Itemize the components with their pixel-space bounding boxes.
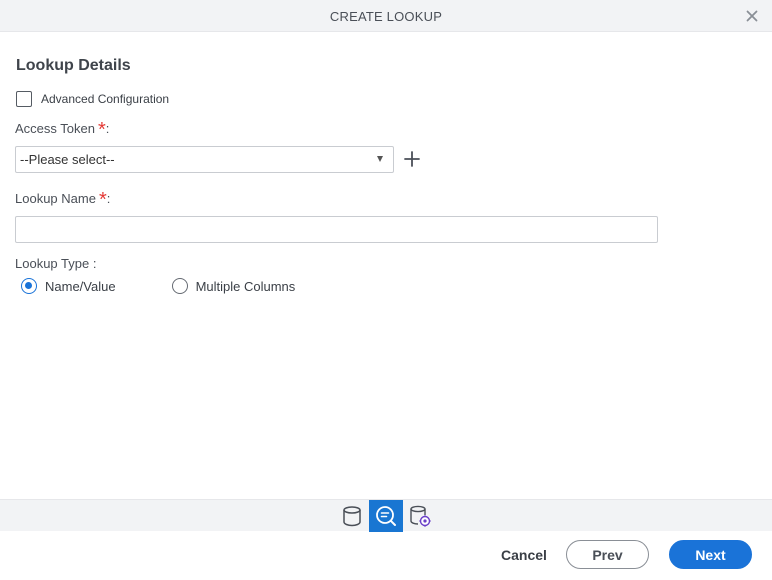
database-icon[interactable]: [335, 500, 369, 532]
required-asterisk: *: [98, 189, 107, 211]
lookup-type-label: Lookup Type :: [15, 256, 97, 271]
access-token-colon: :: [105, 121, 110, 136]
lookup-name-label-text: Lookup Name: [15, 191, 96, 206]
advanced-configuration-row[interactable]: Advanced Configuration: [16, 90, 169, 108]
step-toolbar: [0, 499, 772, 532]
close-icon[interactable]: [744, 8, 760, 24]
section-title: Lookup Details: [16, 57, 131, 74]
lookup-name-colon: :: [106, 191, 111, 206]
dialog-title: CREATE LOOKUP: [329, 9, 443, 24]
prev-button[interactable]: Prev: [566, 540, 649, 569]
database-settings-icon[interactable]: [403, 500, 437, 532]
advanced-configuration-checkbox[interactable]: [16, 91, 32, 107]
lookup-type-radio-group: Name/Value Multiple Columns: [21, 278, 295, 294]
plus-icon[interactable]: [403, 150, 421, 168]
radio-button-checked[interactable]: [21, 278, 37, 294]
required-asterisk: *: [97, 119, 106, 141]
radio-multiple-columns-label: Multiple Columns: [195, 278, 296, 294]
access-token-label: Access Token *:: [15, 120, 110, 140]
advanced-configuration-label: Advanced Configuration: [41, 92, 170, 106]
radio-button-unchecked[interactable]: [171, 278, 188, 294]
dropdown-arrow-icon: [377, 156, 383, 162]
lookup-search-icon[interactable]: [369, 500, 403, 532]
create-lookup-dialog: CREATE LOOKUP Lookup Details Advanced Co…: [0, 0, 772, 580]
access-token-select[interactable]: --Please select--: [15, 146, 394, 173]
access-token-label-text: Access Token: [15, 121, 95, 136]
lookup-name-label: Lookup Name *:: [15, 190, 111, 210]
dialog-titlebar: CREATE LOOKUP: [0, 0, 772, 32]
access-token-selected-value: --Please select--: [20, 152, 115, 167]
radio-multiple-columns[interactable]: Multiple Columns: [171, 278, 296, 294]
radio-name-value-label: Name/Value: [45, 278, 116, 294]
cancel-button[interactable]: Cancel: [494, 540, 554, 569]
radio-name-value[interactable]: Name/Value: [21, 278, 116, 294]
lookup-name-input[interactable]: [15, 216, 658, 243]
next-button[interactable]: Next: [669, 540, 752, 569]
